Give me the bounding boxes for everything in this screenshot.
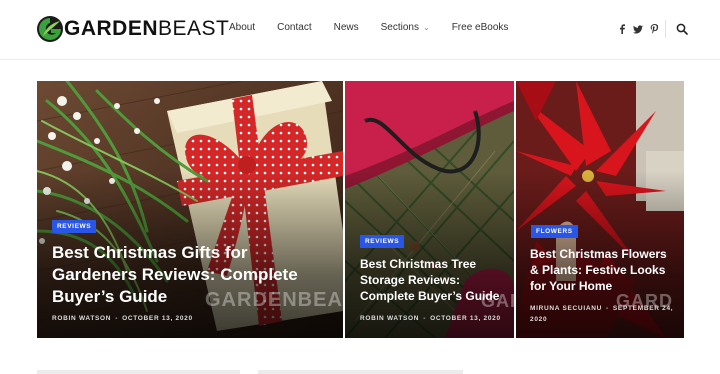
site-header: GARDENBEAST About Contact News Sections ⌄… <box>0 0 720 60</box>
logo-text: GARDENBEAST <box>64 17 229 41</box>
next-section-divider <box>258 370 463 374</box>
post-meta: ROBIN WATSON - OCTOBER 13, 2020 <box>52 315 193 322</box>
twitter-icon[interactable] <box>631 22 645 36</box>
nav-sections[interactable]: Sections ⌄ <box>381 22 430 33</box>
post-date: OCTOBER 13, 2020 <box>430 315 501 322</box>
meta-separator: - <box>606 305 609 312</box>
featured-post-card[interactable]: GARD REVIEWS Best Christmas Tree Storage… <box>345 81 514 338</box>
post-title[interactable]: Best Christmas Gifts for Gardeners Revie… <box>52 242 322 308</box>
chevron-down-icon: ⌄ <box>422 23 430 32</box>
post-meta: ROBIN WATSON - OCTOBER 13, 2020 <box>360 315 501 322</box>
post-author[interactable]: ROBIN WATSON <box>360 315 419 322</box>
category-badge[interactable]: FLOWERS <box>531 225 578 238</box>
site-logo[interactable]: GARDENBEAST <box>35 14 229 44</box>
category-badge[interactable]: REVIEWS <box>52 220 97 233</box>
post-title[interactable]: Best Christmas Tree Storage Reviews: Com… <box>360 256 510 304</box>
social-links <box>615 22 663 36</box>
post-meta: MIRUNA SECUIANU - SEPTEMBER 24, 2020 <box>530 303 680 325</box>
meta-separator: - <box>115 315 119 322</box>
facebook-icon[interactable] <box>615 22 629 36</box>
logo-text-light: BEAST <box>158 17 230 40</box>
category-badge[interactable]: REVIEWS <box>360 235 405 248</box>
main-nav: About Contact News Sections ⌄ Free eBooks <box>229 22 530 33</box>
logo-g-icon <box>35 14 65 44</box>
post-title[interactable]: Best Christmas Flowers & Plants: Festive… <box>530 246 678 294</box>
featured-post-card[interactable]: GARD FLOWERS Best Christmas Flowers & Pl… <box>516 81 684 338</box>
nav-sections-label: Sections <box>380 22 419 33</box>
nav-news[interactable]: News <box>334 22 359 33</box>
header-divider <box>665 20 666 38</box>
nav-about[interactable]: About <box>229 22 255 33</box>
post-date: OCTOBER 13, 2020 <box>122 315 193 322</box>
post-author[interactable]: MIRUNA SECUIANU <box>530 305 602 312</box>
pinterest-icon[interactable] <box>647 22 661 36</box>
post-author[interactable]: ROBIN WATSON <box>52 315 111 322</box>
search-icon[interactable] <box>676 22 690 36</box>
nav-contact[interactable]: Contact <box>277 22 311 33</box>
nav-free-ebooks[interactable]: Free eBooks <box>452 22 509 33</box>
featured-post-card[interactable]: GARDENBEAST REVIEWS Best Christmas Gifts… <box>37 81 343 338</box>
logo-text-bold: GARDEN <box>64 17 159 40</box>
next-section-divider <box>37 370 240 374</box>
meta-separator: - <box>423 315 427 322</box>
